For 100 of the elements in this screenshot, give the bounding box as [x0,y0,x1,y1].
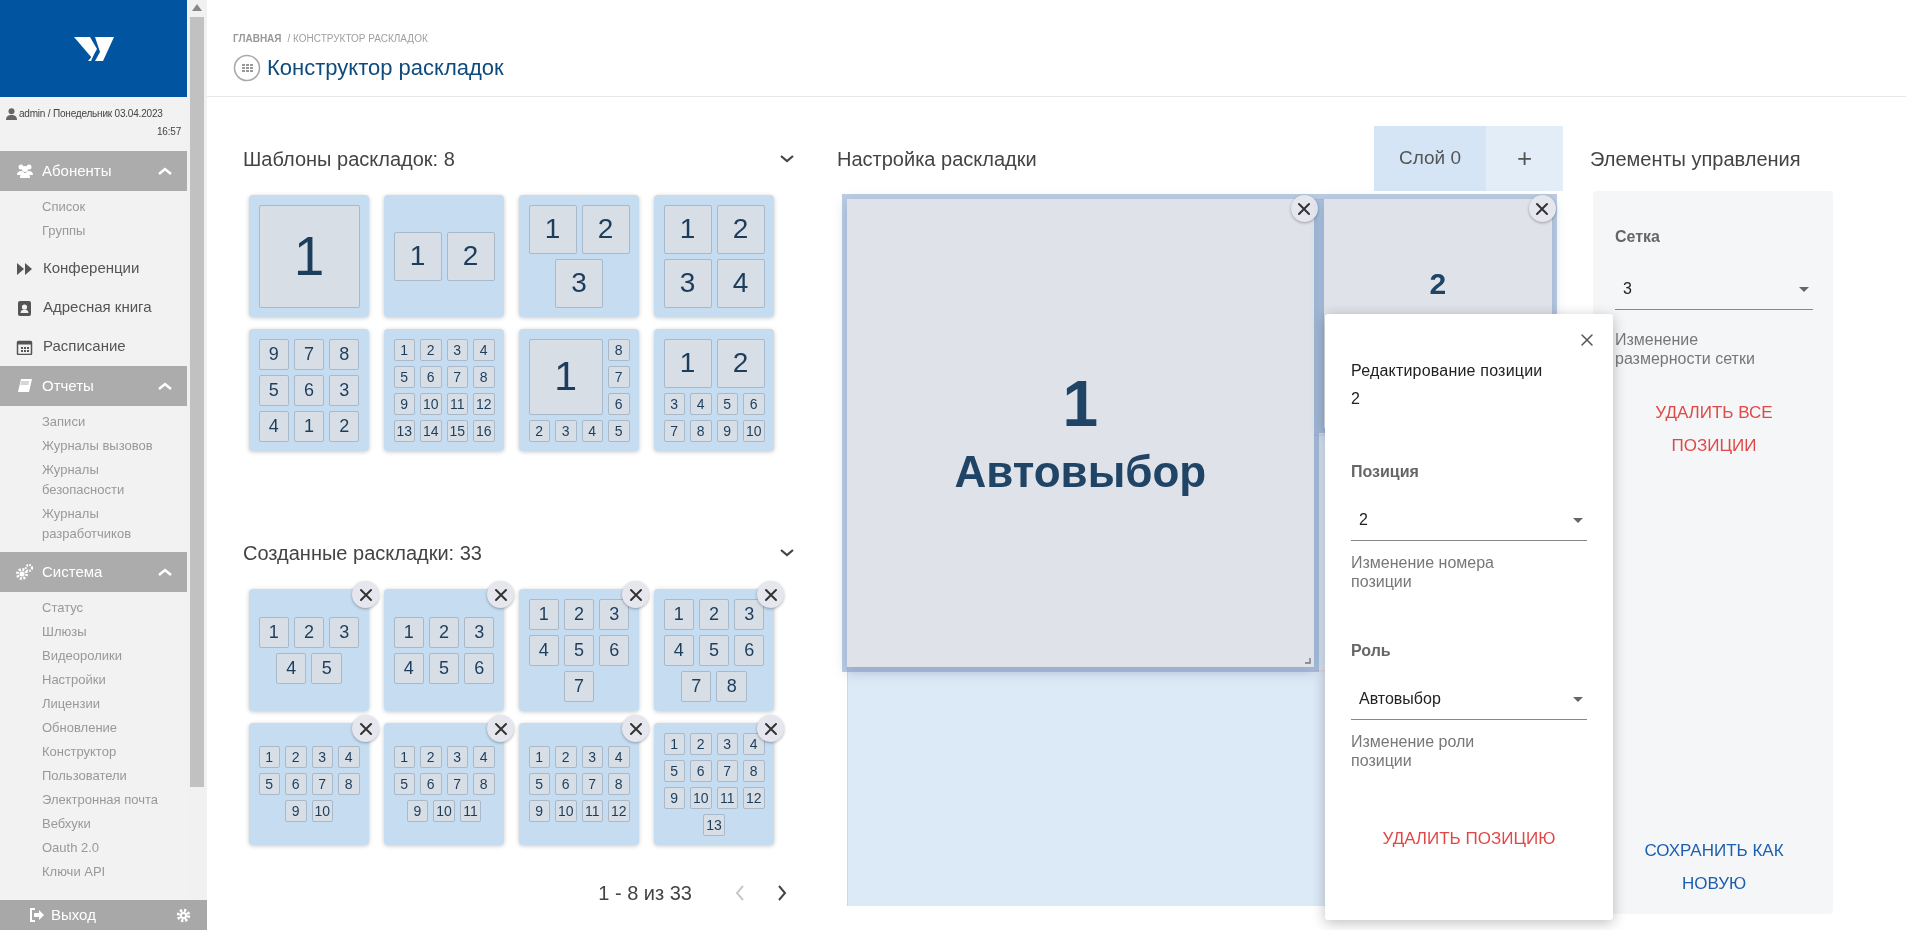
layout-thumbnail[interactable]: 1 2 3 4 5 6 7 [519,589,639,711]
delete-all-button[interactable]: УДАЛИТЬ ВСЕ ПОЗИЦИИ [1629,396,1799,462]
layout-thumbnail[interactable]: 1 2 3 [519,195,639,317]
position-number: 6 [743,392,765,415]
position-number: 2 [555,746,577,768]
close-icon [627,720,644,737]
layout-thumbnail[interactable]: 1 8 7 6 2 3 4 5 [519,329,639,451]
save-as-new-button[interactable]: СОХРАНИТЬ КАК НОВУЮ [1629,834,1799,900]
position-number: 9 [285,800,307,822]
position-number: 2 [428,616,460,648]
position-number: 8 [473,365,495,388]
menu-item[interactable]: Расписание [0,327,187,366]
delete-button[interactable] [487,715,514,742]
position-number: 8 [473,773,495,795]
layout-thumbnail[interactable]: 1 2 3 4 [654,195,774,317]
field-label: Сетка [1615,227,1661,247]
add-layer-button[interactable]: + [1486,126,1563,191]
position-number: 15 [446,419,468,442]
layout-thumbnail[interactable]: 1 2 [384,195,504,317]
position-number: 3 [555,258,603,308]
position-number: 13 [703,813,725,836]
position-number: 4 [528,634,559,666]
delete-button[interactable] [757,581,784,608]
position-number: 8 [608,773,630,795]
layout-thumbnail[interactable]: 1 2 3 4 5 6 [384,589,504,711]
layer-tab[interactable]: Слой 0 [1374,126,1486,191]
exit-icon [29,908,45,922]
scrollbar[interactable] [187,0,207,900]
menu-item[interactable]: Конференции [0,249,187,288]
layout-thumbnail[interactable]: 1 2 3 4 5 6 7 8 9 10 11 12 13 [654,723,774,845]
contact-card-icon [16,299,34,316]
position-number: 2 [329,410,360,442]
delete-button[interactable] [622,715,649,742]
position-number: 1 [663,204,712,254]
position-number: 3 [716,732,738,755]
close-button[interactable] [1579,332,1595,348]
popover-title: Редактирование позиции [1351,361,1544,381]
position-number: 5 [311,652,342,684]
position-number: 11 [446,392,468,415]
close-icon [762,720,779,737]
calendar-icon [16,338,34,355]
position-number: 2 [1351,389,1361,409]
position-number: 4 [608,746,630,768]
layout-thumbnail[interactable]: 1 2 3 4 5 6 7 8 [654,589,774,711]
position-number: 5 [716,392,738,415]
grid-icon [233,54,261,82]
position-number: 2 [698,598,730,630]
position-number: 3 [329,616,360,648]
delete-button[interactable] [352,715,379,742]
menu-item[interactable]: Адресная книга [0,288,187,327]
layout-thumbnail[interactable]: 1 2 3 4 5 6 7 8 9 10 11 12 13 14 15 16 [384,329,504,451]
position-number: 6 [285,773,307,795]
user-info: admin / Понедельник 03.04.2023 [19,107,163,121]
position-number: 1 [528,746,550,768]
position-number: 6 [420,773,442,795]
layout-thumbnail[interactable]: 1 2 3 4 5 6 7 8 9 10 11 [384,723,504,845]
layout-thumbnail[interactable]: 1 2 3 4 5 [249,589,369,711]
position-number: 1 [528,338,603,415]
field-hint: Изменение роли позиции [1351,732,1476,770]
select-field[interactable]: 2 [1351,500,1587,541]
position-number: 5 [393,773,415,795]
position-number: 5 [563,634,595,666]
position-number: 5 [528,773,550,795]
clock-time: 16:57 [155,125,181,139]
position-number: 9 [528,800,550,822]
delete-position-button[interactable]: УДАЛИТЬ ПОЗИЦИЮ [1372,822,1566,855]
position-number: 1 [393,338,415,361]
position-number: 3 [663,258,712,308]
delete-button[interactable] [622,581,649,608]
layout-thumbnail[interactable]: 1 [249,195,369,317]
page-range: 1 - 8 из 33 [598,881,692,906]
layout-thumbnail[interactable]: 1 2 3 4 5 6 7 8 9 10 [654,329,774,451]
select-field[interactable]: 3 [1615,269,1813,310]
select-field[interactable]: Автовыбор [1351,679,1587,720]
layout-thumbnail[interactable]: 1 2 3 4 5 6 7 8 9 10 11 12 [519,723,639,845]
section-title: Элементы управления [1590,146,1801,171]
position-number: 3 [311,746,333,768]
delete-button[interactable] [1290,195,1318,222]
section-title: Настройка раскладки [837,146,1037,171]
position-number: 7 [446,773,468,795]
scroll-up-icon[interactable] [192,4,202,11]
delete-button[interactable] [757,715,784,742]
layout-thumbnail[interactable]: 9 7 8 5 6 3 4 1 2 [249,329,369,451]
position-number: 1 [663,338,712,388]
position-number: 11 [459,800,482,822]
delete-button[interactable] [352,581,379,608]
position-number: 6 [734,634,765,666]
field-label: Позиция [1351,462,1420,482]
position-number: 3 [446,338,468,361]
position-number: 4 [473,338,495,361]
close-icon [1579,332,1595,348]
chevron-left-icon [734,884,746,902]
delete-button[interactable] [487,581,514,608]
layout-thumbnail[interactable]: 1 2 3 4 5 6 7 8 9 10 [249,723,369,845]
position-number: 5 [698,634,730,666]
position-number: 9 [716,419,738,442]
position-number: 1 [663,732,685,755]
delete-button[interactable] [1529,195,1556,222]
gears-icon [16,564,34,580]
resize-handle-icon[interactable] [1304,658,1311,664]
